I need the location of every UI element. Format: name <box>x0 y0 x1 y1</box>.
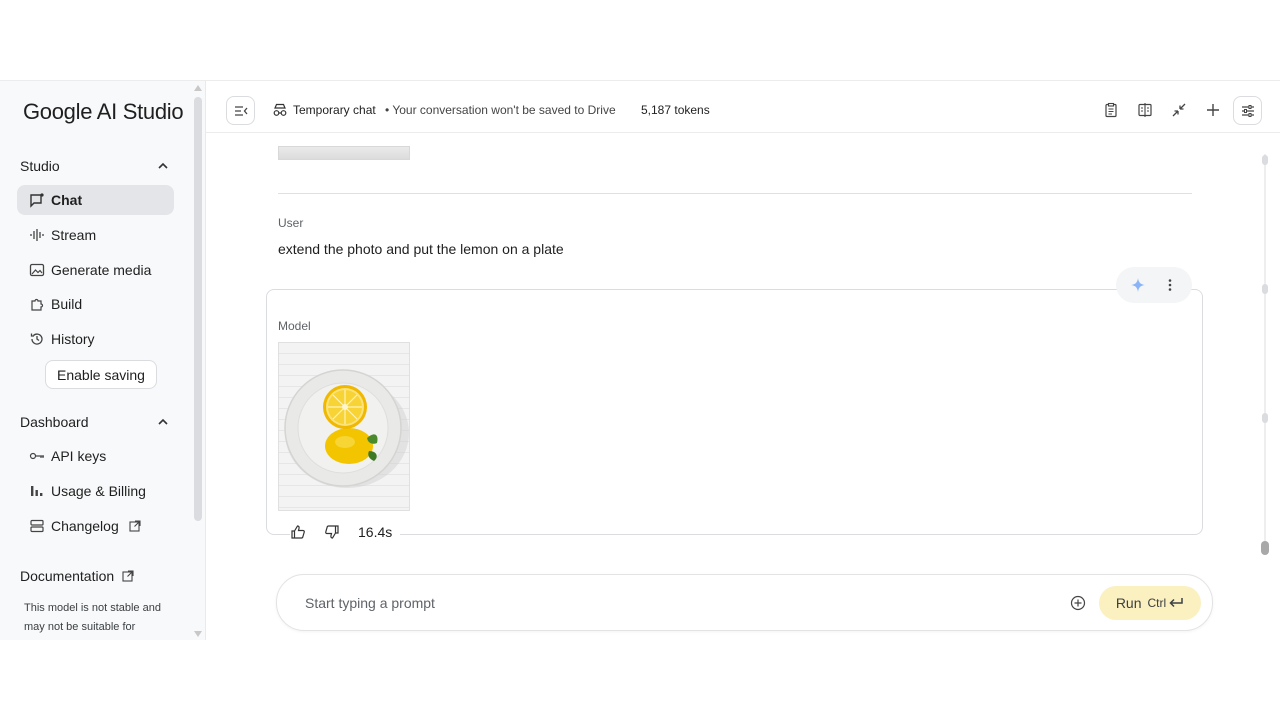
app-window: Google AI Studio Studio Chat Stream Gene… <box>0 80 1280 640</box>
chat-scroll-thumb[interactable] <box>1261 541 1269 555</box>
sidebar-item-label: History <box>51 331 95 347</box>
add-media-button[interactable] <box>1069 594 1087 612</box>
bar-chart-icon <box>29 483 45 499</box>
sidebar-item-label: Usage & Billing <box>51 483 146 499</box>
external-link-icon <box>122 570 134 582</box>
chat-header: Temporary chat • Your conversation won't… <box>206 81 1280 133</box>
sidebar-item-label: Stream <box>51 227 97 243</box>
sidebar-item-chat[interactable]: Chat <box>17 185 174 215</box>
plus-icon <box>1207 104 1219 116</box>
run-settings-button[interactable] <box>1233 96 1262 125</box>
documentation-label: Documentation <box>20 568 115 584</box>
collapse-sidebar-button[interactable] <box>226 96 255 125</box>
more-options-icon[interactable] <box>1162 277 1178 293</box>
sidebar-item-label: Generate media <box>51 262 152 278</box>
dashboard-section-header[interactable]: Dashboard <box>20 410 170 434</box>
clipboard-button[interactable] <box>1102 101 1120 119</box>
studio-section-header[interactable]: Studio <box>20 154 170 178</box>
external-link-icon <box>129 520 141 532</box>
build-icon <box>29 296 45 312</box>
enter-key-icon <box>1169 598 1183 608</box>
tune-icon <box>1241 104 1254 117</box>
sidebar-item-usage-billing[interactable]: Usage & Billing <box>17 476 174 506</box>
generate-media-icon <box>29 262 45 278</box>
chevron-up-icon[interactable] <box>156 159 170 173</box>
run-shortcut-key: Ctrl <box>1147 596 1167 610</box>
sidebar-scrollbar[interactable] <box>194 97 202 521</box>
new-chat-button[interactable] <box>1204 101 1222 119</box>
scroll-marker[interactable] <box>1262 413 1268 423</box>
response-time: 16.4s <box>358 524 393 540</box>
response-feedback-bar: 16.4s <box>290 524 401 540</box>
changelog-icon <box>29 518 45 534</box>
sidebar-item-changelog[interactable]: Changelog <box>17 511 174 541</box>
model-role-label: Model <box>278 319 311 333</box>
compress-icon <box>1172 103 1186 117</box>
clipboard-icon <box>1105 102 1117 118</box>
run-shortcut: Ctrl <box>1148 596 1185 610</box>
key-icon <box>29 448 45 464</box>
sidebar-item-label: Build <box>51 296 83 312</box>
studio-section-label: Studio <box>20 158 60 174</box>
sparkle-icon[interactable] <box>1130 277 1146 293</box>
chat-area: User extend the photo and put the lemon … <box>206 134 1280 640</box>
compress-button[interactable] <box>1170 101 1188 119</box>
user-message: extend the photo and put the lemon on a … <box>278 241 564 257</box>
sidebar-item-build[interactable]: Build <box>17 289 174 319</box>
add-circle-icon <box>1070 595 1086 611</box>
chevron-up-icon[interactable] <box>156 415 170 429</box>
run-label: Run <box>1115 595 1142 611</box>
run-button[interactable]: Run Ctrl <box>1099 586 1201 620</box>
sidebar-item-label: API keys <box>51 448 107 464</box>
sidebar-item-stream[interactable]: Stream <box>17 220 174 250</box>
incognito-icon <box>273 103 287 116</box>
sidebar-item-label: Chat <box>51 192 83 208</box>
app-logo[interactable]: Google AI Studio <box>23 99 184 125</box>
temporary-chat-subtitle: • Your conversation won't be saved to Dr… <box>385 103 616 117</box>
stream-icon <box>29 227 45 243</box>
collapse-sidebar-icon <box>234 105 247 116</box>
turn-divider <box>278 193 1192 194</box>
chat-scroll-track[interactable] <box>1264 154 1266 554</box>
compare-button[interactable] <box>1136 101 1154 119</box>
sidebar-item-history[interactable]: History <box>17 324 174 354</box>
enable-saving-button[interactable]: Enable saving <box>45 360 157 389</box>
user-role-label: User <box>278 216 304 230</box>
chat-icon <box>29 192 45 208</box>
history-icon <box>29 331 45 347</box>
prompt-input[interactable] <box>305 593 1005 613</box>
generated-lemon-image[interactable] <box>278 342 410 511</box>
temporary-chat-title: Temporary chat <box>293 103 376 117</box>
sidebar: Google AI Studio Studio Chat Stream Gene… <box>0 81 206 640</box>
sidebar-item-label: Changelog <box>51 518 119 534</box>
previous-image-thumbnail[interactable] <box>278 146 410 160</box>
scroll-down-arrow-icon[interactable] <box>194 631 202 637</box>
scroll-marker[interactable] <box>1262 155 1268 165</box>
compare-icon <box>1138 103 1152 117</box>
sidebar-item-generate-media[interactable]: Generate media <box>17 255 174 285</box>
scroll-marker[interactable] <box>1262 284 1268 294</box>
thumbs-up-icon[interactable] <box>290 524 306 540</box>
sidebar-item-api-keys[interactable]: API keys <box>17 441 174 471</box>
documentation-link[interactable]: Documentation <box>20 568 134 584</box>
prompt-box: Run Ctrl <box>276 574 1213 631</box>
scroll-up-arrow-icon[interactable] <box>194 85 202 91</box>
dashboard-section-label: Dashboard <box>20 414 89 430</box>
thumbs-down-icon[interactable] <box>324 524 340 540</box>
response-actions <box>1116 267 1192 303</box>
lemon-plate-picture <box>284 369 409 488</box>
token-count: 5,187 tokens <box>641 103 710 117</box>
model-stability-note: This model is not stable and may not be … <box>24 602 161 633</box>
